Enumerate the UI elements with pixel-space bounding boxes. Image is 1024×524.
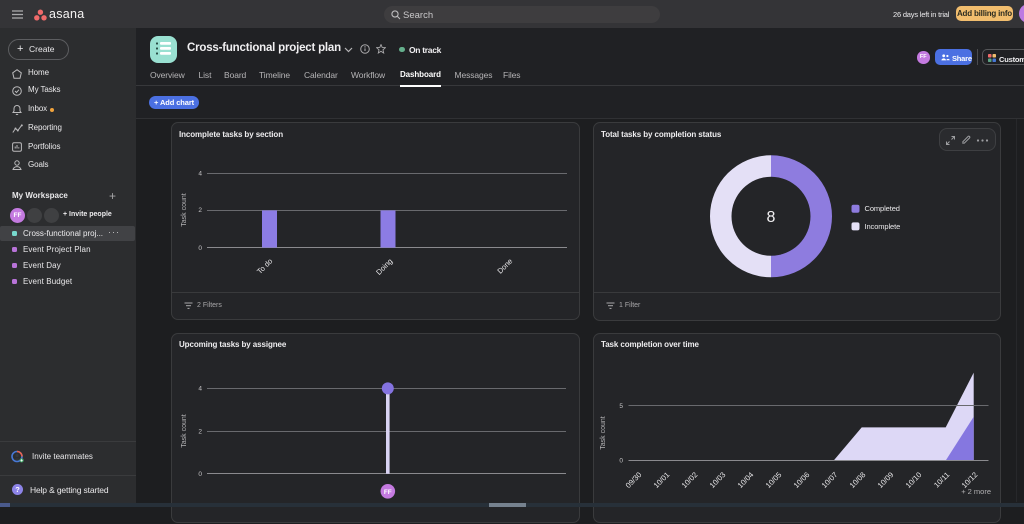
svg-text:To do: To do	[255, 257, 274, 276]
svg-text:10/10: 10/10	[904, 470, 924, 490]
svg-text:4: 4	[198, 385, 202, 392]
svg-text:Done: Done	[495, 257, 514, 276]
svg-text:10/01: 10/01	[652, 470, 672, 490]
svg-text:10/08: 10/08	[848, 470, 868, 490]
svg-text:4: 4	[198, 170, 202, 177]
svg-text:Incomplete: Incomplete	[865, 222, 901, 231]
svg-text:10/09: 10/09	[876, 470, 896, 490]
svg-text:5: 5	[619, 403, 623, 410]
svg-text:Task count: Task count	[181, 193, 188, 227]
svg-text:10/05: 10/05	[764, 470, 784, 490]
svg-text:10/02: 10/02	[680, 470, 700, 490]
svg-text:2: 2	[198, 429, 202, 436]
svg-text:10/03: 10/03	[708, 470, 728, 490]
svg-text:+ 2 more: + 2 more	[961, 487, 991, 496]
svg-text:0: 0	[198, 245, 202, 252]
svg-text:0: 0	[198, 471, 202, 478]
svg-text:8: 8	[767, 209, 776, 226]
svg-text:Completed: Completed	[865, 204, 900, 213]
svg-text:FF: FF	[384, 489, 392, 496]
svg-text:10/11: 10/11	[932, 470, 951, 489]
svg-text:10/06: 10/06	[792, 470, 812, 490]
svg-text:0: 0	[619, 458, 623, 465]
svg-text:Doing: Doing	[374, 257, 394, 277]
svg-text:10/07: 10/07	[820, 470, 840, 490]
svg-text:Task count: Task count	[181, 414, 188, 448]
svg-text:10/04: 10/04	[736, 470, 756, 490]
svg-text:Task count: Task count	[600, 416, 607, 450]
svg-text:09/30: 09/30	[624, 470, 644, 490]
svg-text:2: 2	[198, 207, 202, 214]
